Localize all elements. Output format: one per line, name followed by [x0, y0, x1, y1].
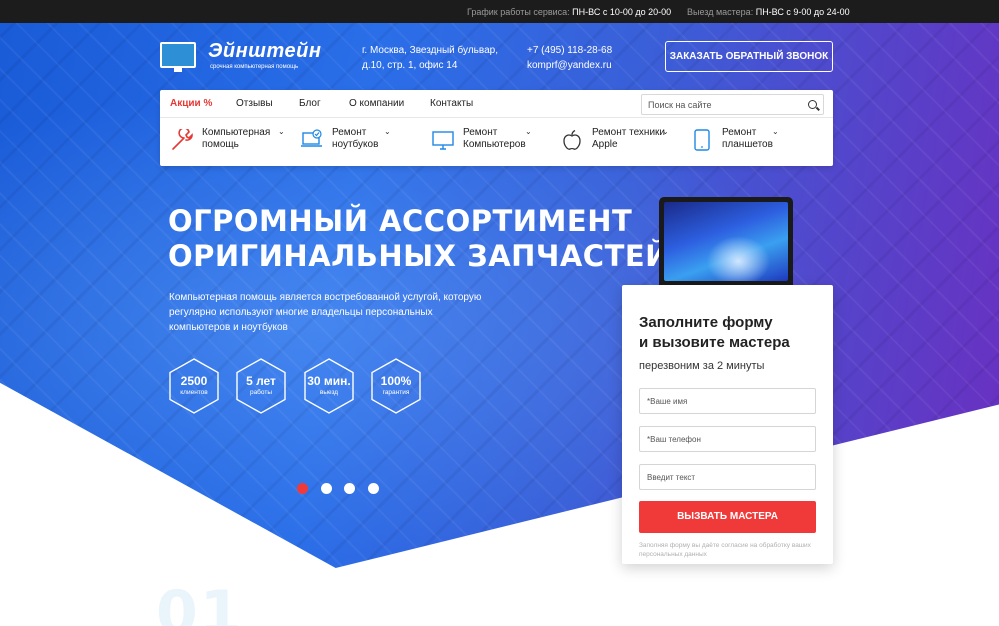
- form-title-line-2: и вызовите мастера: [639, 334, 790, 351]
- nav-link-contacts[interactable]: Контакты: [430, 98, 473, 109]
- page: График работы сервиса: ПН-ВС с 10-00 до …: [0, 0, 999, 626]
- logo-tagline: срочная компьютерная помощь: [210, 64, 299, 70]
- laptop-image: [651, 197, 801, 297]
- address-line-2: д.10, стр. 1, офис 14: [362, 60, 458, 71]
- stat-value: 5 лет: [246, 374, 276, 388]
- chevron-down-icon: ⌄: [772, 127, 779, 136]
- top-bar: График работы сервиса: ПН-ВС с 10-00 до …: [0, 0, 999, 23]
- service-hours: График работы сервиса: ПН-ВС с 10-00 до …: [467, 7, 671, 17]
- service-tablet-repair[interactable]: Ремонт планшетов ⌄: [690, 127, 785, 157]
- form-title-line-1: Заполните форму: [639, 314, 773, 331]
- service-label-line1: Ремонт: [463, 127, 498, 138]
- message-field[interactable]: [639, 464, 816, 490]
- logo-monitor-icon: [160, 42, 196, 72]
- phone-link[interactable]: +7 (495) 118-28-68: [527, 43, 612, 58]
- chevron-down-icon: ⌄: [525, 127, 532, 136]
- nav-link-blog[interactable]: Блог: [299, 98, 321, 109]
- stat-badge: 5 лет работы: [236, 358, 286, 414]
- service-label: Ремонт ноутбуков: [332, 127, 378, 151]
- service-apple-repair[interactable]: Ремонт техники Apple ⌄: [560, 127, 675, 157]
- stat-badge: 30 мин. выезд: [304, 358, 354, 414]
- stat-value: 30 мин.: [307, 374, 351, 388]
- slider-dot-2[interactable]: [321, 483, 332, 494]
- service-label-line2: ноутбуков: [332, 139, 379, 150]
- form-subtitle: перезвоним за 2 минуты: [639, 360, 765, 372]
- service-label: Ремонт Компьютеров: [463, 127, 526, 151]
- service-label-line2: Apple: [592, 139, 618, 150]
- service-label-line1: Ремонт техники: [592, 127, 665, 138]
- service-label: Компьютерная помощь: [202, 127, 270, 151]
- consent-text: Заполняя форму вы даёте согласие на обра…: [639, 542, 811, 558]
- master-visit-label: Выезд мастера:: [687, 7, 754, 17]
- nav-link-reviews[interactable]: Отзывы: [236, 98, 273, 109]
- form-title: Заполните форму и вызовите мастера: [639, 313, 829, 353]
- tablet-icon: [694, 129, 710, 151]
- apple-icon: [563, 129, 581, 150]
- desktop-icon: [432, 131, 454, 150]
- search-box: [641, 94, 824, 115]
- service-computer-repair[interactable]: Ремонт Компьютеров ⌄: [431, 127, 536, 157]
- hero-title: ОГРОМНЫЙ АССОРТИМЕНТ ОРИГИНАЛЬНЫХ ЗАПЧАС…: [168, 204, 670, 274]
- nav-link-promotions[interactable]: Акции %: [170, 98, 212, 109]
- service-label-line2: помощь: [202, 139, 239, 150]
- top-menu: Акции % Отзывы Блог О компании Контакты: [160, 90, 833, 118]
- logo-name: Эйнштейн: [208, 40, 322, 62]
- service-label-line2: Компьютеров: [463, 139, 526, 150]
- callback-form: Заполните форму и вызовите мастера перез…: [622, 285, 833, 564]
- service-label-line1: Ремонт: [722, 127, 757, 138]
- call-master-button[interactable]: ВЫЗВАТЬ МАСТЕРА: [639, 501, 816, 533]
- service-label-line1: Компьютерная: [202, 127, 271, 138]
- contacts: +7 (495) 118-28-68 komprf@yandex.ru: [527, 43, 612, 73]
- laptop-check-icon: [301, 129, 322, 147]
- service-label-line1: Ремонт: [332, 127, 367, 138]
- stat-caption: гарантия: [382, 389, 410, 396]
- name-field[interactable]: [639, 388, 816, 414]
- email-link[interactable]: komprf@yandex.ru: [527, 58, 612, 73]
- service-label: Ремонт планшетов: [722, 127, 773, 151]
- chevron-down-icon: ⌄: [278, 127, 285, 136]
- address: г. Москва, Звездный бульвар, д.10, стр. …: [362, 43, 502, 73]
- stat-caption: выезд: [319, 389, 339, 396]
- stat-badge: 2500 клиентов: [169, 358, 219, 414]
- section-number: 01: [156, 578, 244, 626]
- slider-dot-4[interactable]: [368, 483, 379, 494]
- stat-badge: 100% гарантия: [371, 358, 421, 414]
- master-visit-value: ПН-ВС с 9-00 до 24-00: [755, 7, 850, 17]
- nav-link-about[interactable]: О компании: [349, 98, 404, 109]
- stat-value: 100%: [380, 374, 412, 388]
- hero-title-line-1: ОГРОМНЫЙ АССОРТИМЕНТ: [168, 204, 633, 238]
- service-label-line2: планшетов: [722, 139, 773, 150]
- chevron-down-icon: ⌄: [662, 127, 669, 136]
- service-hours-value: ПН-ВС с 10-00 до 20-00: [572, 7, 672, 17]
- slider-dot-3[interactable]: [344, 483, 355, 494]
- stat-value: 2500: [180, 374, 208, 388]
- stat-caption: работы: [249, 389, 273, 396]
- phone-field[interactable]: [639, 426, 816, 452]
- address-line-1: г. Москва, Звездный бульвар,: [362, 45, 498, 56]
- laptop-lid: [659, 197, 793, 285]
- wrench-icon: [172, 129, 193, 150]
- chevron-down-icon: ⌄: [384, 127, 391, 136]
- search-input[interactable]: [648, 99, 798, 111]
- service-computer-help[interactable]: Компьютерная помощь ⌄: [170, 127, 290, 157]
- navigation-panel: Акции % Отзывы Блог О компании Контакты …: [160, 90, 833, 166]
- services-menu: Компьютернаяпомощь ⌄ Ремонтноутбуков ⌄: [160, 119, 833, 166]
- service-laptop-repair[interactable]: Ремонт ноутбуков ⌄: [300, 127, 395, 157]
- service-hours-label: График работы сервиса:: [467, 7, 570, 17]
- hero-lead: Компьютерная помощь является востребован…: [169, 292, 482, 333]
- service-label: Ремонт техники Apple: [592, 127, 665, 151]
- callback-button[interactable]: ЗАКАЗАТЬ ОБРАТНЫЙ ЗВОНОК: [665, 41, 833, 72]
- laptop-screen: [664, 202, 788, 281]
- hero-title-line-2: ОРИГИНАЛЬНЫХ ЗАПЧАСТЕЙ: [168, 239, 670, 273]
- master-visit-hours: Выезд мастера: ПН-ВС с 9-00 до 24-00: [687, 7, 850, 17]
- stat-caption: клиентов: [180, 389, 208, 396]
- site-logo[interactable]: Эйнштейн срочная компьютерная помощь: [160, 40, 321, 72]
- search-icon[interactable]: [808, 100, 817, 109]
- slider-dot-1[interactable]: [297, 483, 308, 494]
